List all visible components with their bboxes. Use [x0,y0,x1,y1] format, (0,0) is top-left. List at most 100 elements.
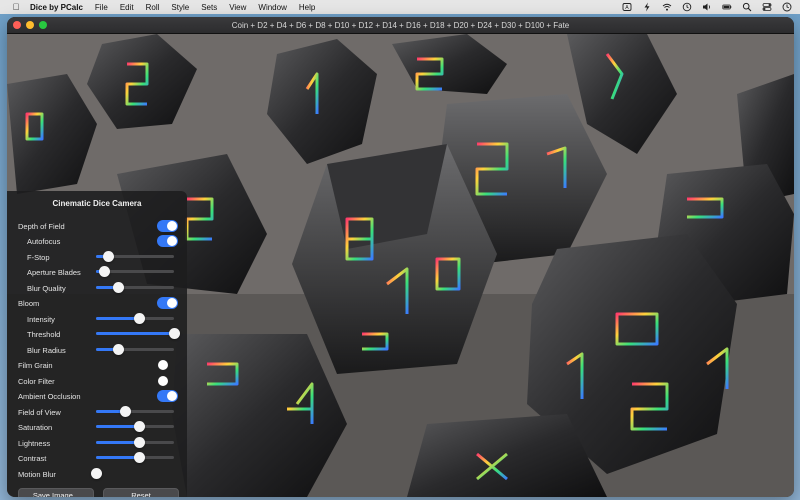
row-aperture-blades: Aperture Blades [7,265,187,279]
slider-fill [96,456,139,459]
color-filter-label: Color Filter [18,377,55,386]
slider-thumb[interactable] [133,437,145,448]
row-f-stop: F-Stop [7,250,187,264]
row-threshold: Threshold [7,327,187,341]
slider-thumb[interactable] [133,313,145,324]
ambient-occlusion-label: Ambient Occlusion [18,392,81,401]
svg-text:A: A [625,5,629,11]
threshold-slider[interactable] [96,328,180,339]
menu-style[interactable]: Style [171,3,189,12]
motion-blur-slider[interactable] [91,468,174,479]
bloom-toggle[interactable] [157,297,178,309]
depth-of-field-label: Depth of Field [18,222,65,231]
search-icon[interactable] [742,2,752,12]
panel-title: Cinematic Dice Camera [52,199,142,208]
slider-thumb[interactable] [133,452,145,463]
slider-thumb[interactable] [102,251,114,262]
aperture-blades-label: Aperture Blades [27,268,81,277]
contrast-slider[interactable] [96,452,174,463]
blur-radius-slider[interactable] [96,344,174,355]
app-window: Coin + D2 + D4 + D6 + D8 + D10 + D12 + D… [7,17,794,497]
window-title: Coin + D2 + D4 + D6 + D8 + D10 + D12 + D… [231,20,570,30]
field-of-view-label: Field of View [18,408,61,417]
row-color-filter: Color Filter [7,374,187,388]
menu-edit[interactable]: Edit [120,3,134,12]
row-film-grain: Film Grain [7,358,187,372]
depth-of-field-toggle[interactable] [157,220,178,232]
slider-thumb[interactable] [133,421,145,432]
slider-thumb[interactable] [112,282,124,293]
autofocus-toggle[interactable] [157,235,178,247]
film-grain-toggle[interactable] [157,359,178,371]
menu-view[interactable]: View [229,3,246,12]
slider-fill [96,332,174,335]
saturation-slider[interactable] [96,421,174,432]
row-intensity: Intensity [7,312,187,326]
dice-render-view[interactable]: Cinematic Dice Camera Depth of Field Aut… [7,34,794,497]
close-window-button[interactable] [13,21,21,29]
lightness-slider[interactable] [96,437,174,448]
row-motion-blur: Motion Blur [7,467,187,481]
save-image-button[interactable]: Save Image... [18,488,94,497]
blur-quality-label: Blur Quality [27,284,66,293]
blur-radius-label: Blur Radius [27,346,66,355]
slider-thumb[interactable] [98,266,110,277]
row-field-of-view: Field of View [7,405,187,419]
row-blur-quality: Blur Quality [7,281,187,295]
wifi-icon[interactable] [662,2,672,12]
slider-thumb[interactable] [91,468,102,479]
intensity-slider[interactable] [96,313,174,324]
apple-icon[interactable]:  [10,2,22,12]
field-of-view-slider[interactable] [96,406,174,417]
toggle-knob [167,298,177,308]
volume-icon[interactable] [702,2,712,12]
row-blur-radius: Blur Radius [7,343,187,357]
saturation-label: Saturation [18,423,53,432]
motion-blur-label: Motion Blur [18,470,56,479]
minimize-window-button[interactable] [26,21,34,29]
slider-fill [96,441,139,444]
toggle-knob [167,236,177,246]
menu-bar:  Dice by PCalc File Edit Roll Style Set… [0,0,800,14]
slider-fill [96,317,139,320]
f-stop-slider[interactable] [96,251,174,262]
bloom-label: Bloom [18,299,40,308]
aperture-blades-slider[interactable] [96,266,174,277]
menu-sets[interactable]: Sets [201,3,217,12]
menu-roll[interactable]: Roll [146,3,160,12]
threshold-label: Threshold [27,330,61,339]
battery-icon[interactable] [722,2,732,12]
toggle-knob [158,360,168,370]
menu-file[interactable]: File [95,3,108,12]
bolt-icon[interactable] [642,2,652,12]
window-controls [13,21,47,29]
row-ambient-occlusion: Ambient Occlusion [7,389,187,403]
ambient-occlusion-toggle[interactable] [157,390,178,402]
color-filter-toggle[interactable] [157,375,178,387]
slider-thumb[interactable] [119,406,131,417]
clock-icon[interactable] [782,2,792,12]
title-bar[interactable]: Coin + D2 + D4 + D6 + D8 + D10 + D12 + D… [7,17,794,34]
time-machine-icon[interactable] [682,2,692,12]
keyboard-input-icon[interactable]: A [622,2,632,12]
slider-thumb[interactable] [169,328,180,339]
control-center-icon[interactable] [762,2,772,12]
menu-help[interactable]: Help [299,3,315,12]
contrast-label: Contrast [18,454,47,463]
f-stop-label: F-Stop [27,253,50,262]
zoom-window-button[interactable] [39,21,47,29]
film-grain-label: Film Grain [18,361,53,370]
lightness-label: Lightness [18,439,51,448]
blur-quality-slider[interactable] [96,282,174,293]
camera-settings-panel: Cinematic Dice Camera Depth of Field Aut… [7,191,187,497]
slider-thumb[interactable] [112,344,124,355]
autofocus-label: Autofocus [27,237,61,246]
menu-window[interactable]: Window [258,3,286,12]
reset-button[interactable]: Reset [103,488,179,497]
menu-app-name[interactable]: Dice by PCalc [30,3,83,12]
toggle-knob [167,221,177,231]
row-saturation: Saturation [7,420,187,434]
slider-fill [96,425,139,428]
intensity-label: Intensity [27,315,55,324]
row-contrast: Contrast [7,451,187,465]
